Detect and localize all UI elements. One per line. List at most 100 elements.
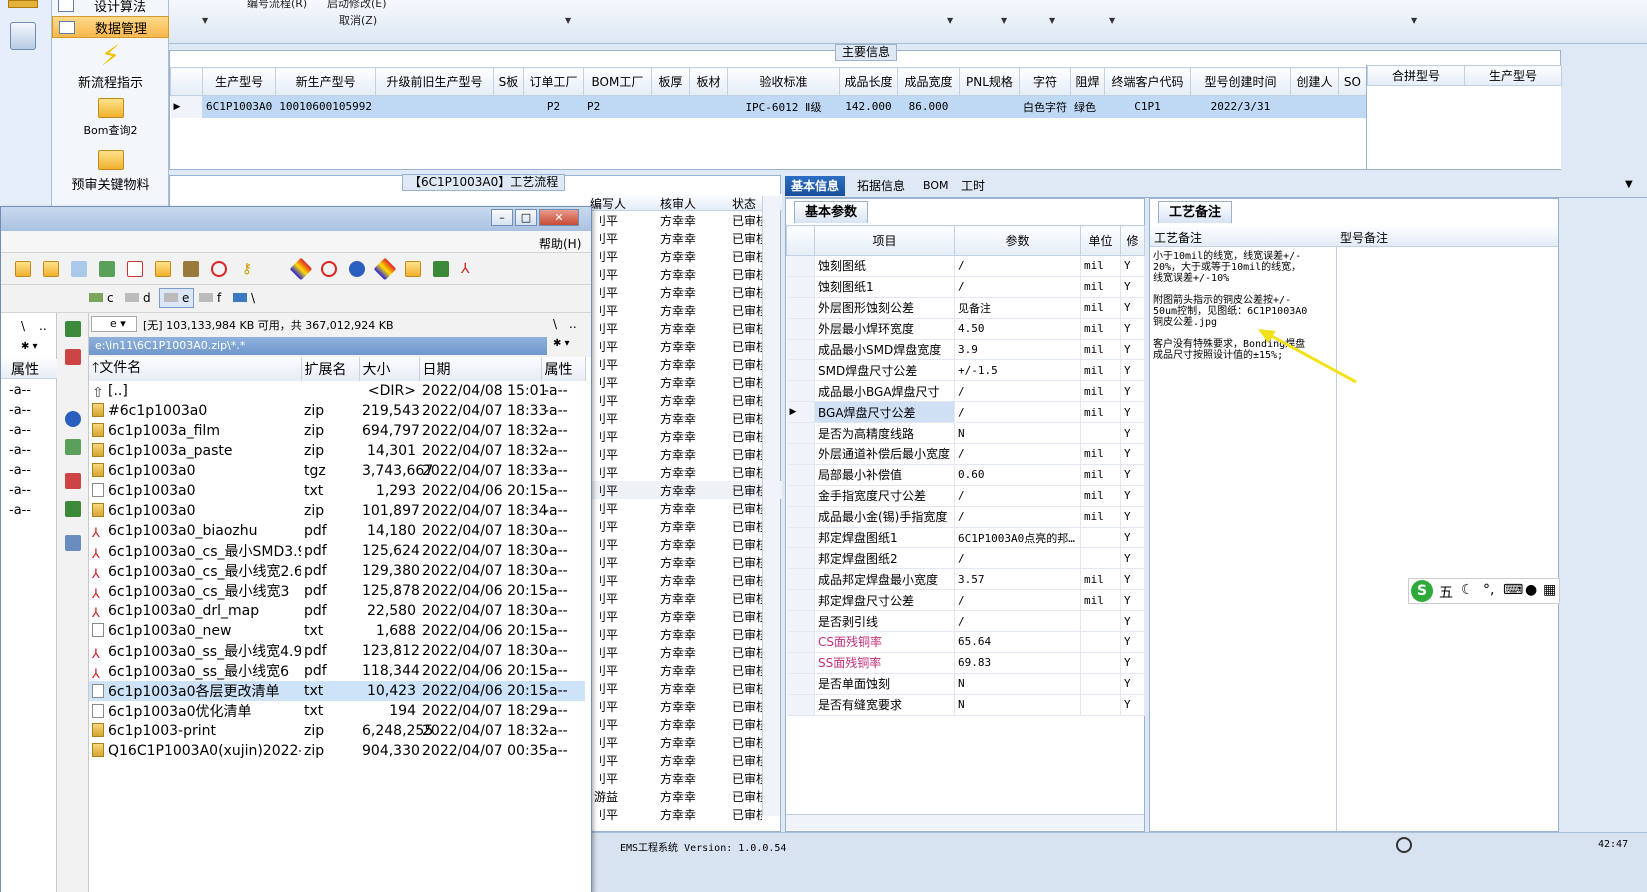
table-row[interactable]: 是否单面蚀刻 N Y <box>786 673 1145 695</box>
file-ext-cell[interactable]: txt <box>301 481 359 501</box>
param-item[interactable]: 蚀刻图纸 <box>814 255 955 277</box>
drive-d-button[interactable]: d <box>125 291 151 305</box>
keyboard-icon[interactable]: ⌨ <box>1503 582 1523 598</box>
param-value[interactable]: 69.83 <box>954 652 1081 674</box>
tab-process-notes[interactable]: 工艺备注 <box>1158 201 1233 223</box>
attr-cell[interactable]: -a-- <box>9 421 31 441</box>
param-flag[interactable]: Y <box>1120 359 1145 382</box>
punctuation-icon[interactable]: °, <box>1483 582 1494 598</box>
column-header[interactable]: S板 <box>492 67 524 96</box>
param-value[interactable]: / <box>954 589 1081 612</box>
file-size-cell[interactable]: 10,423 <box>359 681 419 701</box>
param-value[interactable]: 6C1P1003A0点亮的邦… <box>954 527 1081 549</box>
file-row[interactable]: ⅄ 6c1p1003a0_drl_map pdf 22,580 2022/04/07 1… <box>89 601 585 621</box>
column-header[interactable]: 升级前旧生产型号 <box>374 67 494 96</box>
param-value[interactable]: / <box>954 506 1081 528</box>
file-size-cell[interactable]: 3,743,667 <box>359 461 433 481</box>
column-header[interactable]: 生产型号 <box>201 67 277 96</box>
folder-open-icon[interactable] <box>43 261 59 277</box>
table-cell[interactable]: P2 <box>583 95 652 118</box>
file-attr-cell[interactable]: -a-- <box>541 601 585 621</box>
param-unit[interactable]: mil <box>1080 318 1121 340</box>
param-item[interactable]: 成品最小SMD焊盘宽度 <box>814 339 955 361</box>
diamond-icon[interactable] <box>289 257 313 281</box>
table-cell[interactable]: P2 <box>523 95 584 118</box>
network-drive-button[interactable]: \ <box>233 291 255 305</box>
param-unit[interactable] <box>1080 610 1121 633</box>
param-item[interactable]: 是否为高精度线路 <box>814 422 955 445</box>
param-item[interactable]: 是否剥引线 <box>814 610 955 633</box>
chevron-down-icon[interactable]: ▼ <box>202 16 208 25</box>
root-nav[interactable]: \ <box>553 317 557 331</box>
nav-item-new-process[interactable]: ⚡ 新流程指示 <box>52 42 169 92</box>
file-ext-cell[interactable]: pdf <box>301 521 359 541</box>
parent-nav[interactable]: .. <box>569 317 577 331</box>
param-unit[interactable]: mil <box>1080 297 1121 319</box>
table-cell[interactable]: 2022/3/31 <box>1190 95 1291 118</box>
param-item[interactable]: 外层图形蚀刻公差 <box>814 297 955 319</box>
user-icon[interactable]: ● <box>1525 582 1537 598</box>
drive-f-button[interactable]: f <box>199 291 221 305</box>
param-value[interactable]: / <box>954 443 1081 465</box>
file-row[interactable]: #6c1p1003a0 zip 219,543 2022/04/07 18:33 -a-… <box>89 401 585 421</box>
table-cell[interactable] <box>1338 95 1367 118</box>
file-ext-cell[interactable] <box>301 381 359 401</box>
table-row[interactable]: 是否有缝宽要求 N Y <box>786 694 1145 716</box>
param-flag[interactable]: Y <box>1120 255 1145 277</box>
table-cell[interactable] <box>651 95 690 118</box>
param-flag[interactable]: Y <box>1120 297 1145 319</box>
file-name-cell[interactable]: ⅄ 6c1p1003a0_biaozhu <box>89 521 301 541</box>
table-cell[interactable] <box>959 95 1020 118</box>
file-date-cell[interactable]: 2022/04/06 20:15 <box>419 481 548 501</box>
param-flag[interactable]: Y <box>1120 694 1145 716</box>
param-item[interactable]: 邦定焊盘图纸2 <box>814 547 955 570</box>
file-size-cell[interactable]: 194 <box>359 701 419 721</box>
attr-cell[interactable]: -a-- <box>9 461 31 481</box>
file-date-cell[interactable]: 2022/04/07 18:32 <box>419 721 548 741</box>
tab-basic-params[interactable]: 基本参数 <box>794 201 869 223</box>
column-header[interactable]: 验收标准 <box>726 67 840 96</box>
file-row[interactable]: 6c1p1003a0 tgz 3,743,667 2022/04/07 18:33 -a… <box>89 461 585 481</box>
file-ext-cell[interactable]: pdf <box>301 601 359 621</box>
table-row[interactable]: SS面残铜率 69.83 Y <box>786 652 1145 674</box>
chevron-down-icon[interactable]: ▼ <box>565 16 571 25</box>
file-date-cell[interactable]: 2022/04/07 18:30 <box>419 601 548 621</box>
file-date-cell[interactable]: 2022/04/07 18:30 <box>419 521 548 541</box>
param-item[interactable]: BGA焊盘尺寸公差 <box>814 401 955 424</box>
file-row[interactable]: ⅄ 6c1p1003a0_ss_最小线宽6 pdf 118,344 2022/04/06… <box>89 661 585 681</box>
star-icon[interactable]: ✱ ▾ <box>553 338 570 349</box>
param-flag[interactable]: Y <box>1120 276 1145 298</box>
param-value[interactable]: 3.57 <box>954 568 1081 591</box>
param-flag[interactable]: Y <box>1120 422 1145 445</box>
column-header[interactable]: 字符 <box>1018 67 1071 96</box>
file-attr-cell[interactable]: -a-- <box>541 681 585 701</box>
param-value[interactable]: 4.50 <box>954 318 1081 340</box>
file-name-cell[interactable]: 6c1p1003a0各层更改清单 <box>89 681 301 701</box>
file-size-cell[interactable]: 1,293 <box>359 481 419 501</box>
param-unit[interactable]: mil <box>1080 506 1121 528</box>
param-item[interactable]: 外层通道补偿后最小宽度 <box>814 443 955 465</box>
attr-cell[interactable]: -a-- <box>9 401 31 421</box>
table-row[interactable]: 是否为高精度线路 N Y <box>786 422 1145 445</box>
table-cell[interactable]: C1P1 <box>1104 95 1191 118</box>
table-row[interactable]: 是否剥引线 / Y <box>786 610 1145 633</box>
file-date-cell[interactable]: 2022/04/07 18:32 <box>419 441 548 461</box>
file-row[interactable]: ⅄ 6c1p1003a0_cs_最小线宽3 pdf 125,878 2022/04/06… <box>89 581 585 601</box>
file-ext-cell[interactable]: txt <box>301 701 359 721</box>
copy-icon[interactable] <box>99 261 115 277</box>
table-cell[interactable]: 142.000 <box>839 95 898 118</box>
nav-item-bom-query[interactable]: Bom查询2 <box>52 98 169 138</box>
param-value[interactable]: 0.60 <box>954 464 1081 486</box>
param-flag[interactable]: Y <box>1120 464 1145 486</box>
column-header[interactable]: 生产型号 <box>1464 65 1562 86</box>
table-row[interactable]: 局部最小补偿值 0.60 mil Y <box>786 464 1145 486</box>
param-value[interactable]: / <box>954 485 1081 507</box>
param-value[interactable]: N <box>954 694 1081 716</box>
param-flag[interactable]: Y <box>1120 589 1145 612</box>
stop-icon[interactable] <box>211 261 227 277</box>
file-attr-cell[interactable]: -a-- <box>541 401 585 421</box>
attr-cell[interactable]: -a-- <box>9 501 31 521</box>
param-unit[interactable] <box>1080 422 1121 445</box>
folder-icon[interactable] <box>15 261 31 277</box>
table-row[interactable]: 蚀刻图纸 / mil Y <box>786 255 1145 277</box>
